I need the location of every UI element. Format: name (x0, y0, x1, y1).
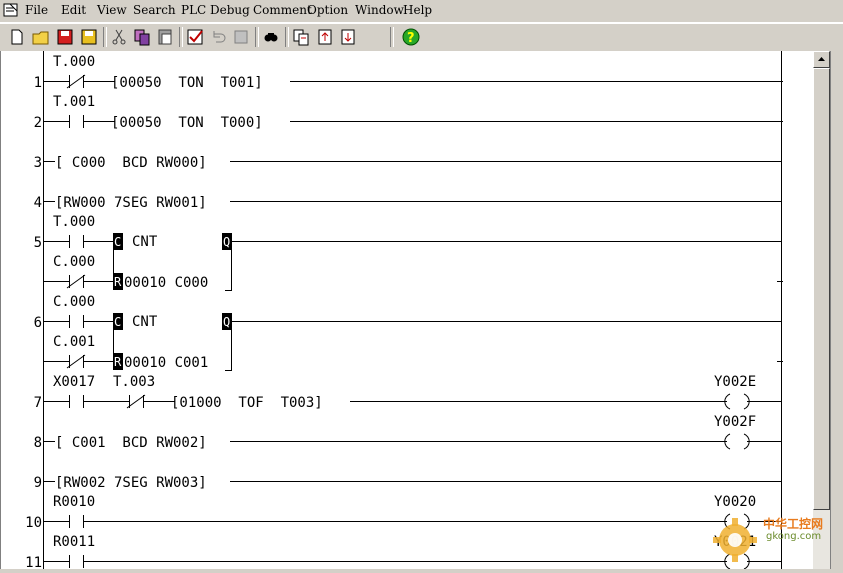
contact-label[interactable]: C.001 (53, 334, 95, 350)
scroll-up-icon[interactable] (813, 51, 830, 68)
new-icon[interactable] (6, 26, 28, 48)
menu-file[interactable]: File (25, 3, 48, 17)
menu-debug[interactable]: Debug (210, 3, 250, 17)
rung-number-1: 1 (34, 75, 42, 91)
7seg-instruction[interactable]: [RW002 7SEG RW003] (55, 475, 207, 491)
ladder-editor[interactable]: 1 2 3 4 5 6 7 8 9 10 11 T.000 [00050 TON… (0, 51, 814, 569)
cut-icon[interactable] (108, 26, 130, 48)
contact-label[interactable]: R0010 (53, 494, 95, 510)
rung-number-2: 2 (34, 115, 42, 131)
paste-icon[interactable] (154, 26, 176, 48)
redo-icon[interactable] (230, 26, 252, 48)
copy-block-icon[interactable] (290, 26, 312, 48)
counter-label[interactable]: CNT (132, 314, 158, 330)
scrollbar-thumb[interactable] (813, 68, 830, 510)
menu-edit[interactable]: Edit (61, 3, 86, 17)
menu-window[interactable]: Window (355, 3, 404, 17)
svg-text:?: ? (407, 31, 415, 46)
watermark-text: 中华工控网 (763, 517, 824, 531)
watermark-url: gkong.com (766, 531, 822, 542)
open-icon[interactable] (30, 26, 52, 48)
rung-number-10: 10 (25, 515, 42, 531)
side-panel (830, 51, 843, 569)
bcd-instruction[interactable]: [ C000 BCD RW000] (55, 155, 207, 171)
watermark-logo: 中华工控网 gkong.com (708, 510, 843, 569)
toolbar: ? (0, 23, 843, 52)
check-icon[interactable] (184, 26, 206, 48)
menu-help[interactable]: Help (403, 3, 432, 17)
rung-number-8: 8 (34, 435, 42, 451)
help-icon[interactable]: ? (400, 26, 422, 48)
menu-plc[interactable]: PLC (181, 3, 206, 17)
timer-instruction[interactable]: [01000 TOF T003] (171, 395, 323, 411)
counter-c-pin: C (114, 315, 121, 329)
counter-params[interactable]: 00010 C000 (124, 275, 208, 291)
counter-r-pin: R (114, 275, 122, 289)
contact-label[interactable]: T.000 (53, 54, 95, 70)
contact-label[interactable]: T.001 (53, 94, 95, 110)
counter-label[interactable]: CNT (132, 234, 158, 250)
counter-q-pin: Q (223, 235, 230, 249)
counter-params[interactable]: 00010 C001 (124, 355, 208, 371)
contact-label[interactable]: C.000 (53, 294, 95, 310)
contact-label[interactable]: T.000 (53, 214, 95, 230)
vertical-scrollbar[interactable] (813, 51, 830, 569)
rung-number-11: 11 (25, 555, 42, 569)
menu-view[interactable]: View (97, 3, 127, 17)
copy-icon[interactable] (131, 26, 153, 48)
7seg-instruction[interactable]: [RW000 7SEG RW001] (55, 195, 207, 211)
menu-search[interactable]: Search (133, 3, 176, 17)
contact-label[interactable]: T.003 (113, 374, 155, 390)
app-icon (3, 3, 18, 17)
find-icon[interactable] (260, 26, 282, 48)
undo-icon[interactable] (207, 26, 229, 48)
save-red-icon[interactable] (54, 26, 76, 48)
coil-label[interactable]: Y002F (714, 414, 756, 430)
rung-number-6: 6 (34, 315, 42, 331)
bcd-instruction[interactable]: [ C001 BCD RW002] (55, 435, 207, 451)
gear-logo-icon (713, 518, 757, 562)
import-icon[interactable] (314, 26, 336, 48)
counter-q-pin: Q (223, 315, 230, 329)
contact-label[interactable]: X0017 (53, 374, 95, 390)
rung-number-4: 4 (34, 195, 42, 211)
contact-label[interactable]: R0011 (53, 534, 95, 550)
timer-instruction[interactable]: [00050 TON T001] (111, 75, 263, 91)
rung-number-5: 5 (34, 235, 42, 251)
menu-option[interactable]: Option (307, 3, 348, 17)
rung-number-9: 9 (34, 475, 42, 491)
coil-label[interactable]: Y0020 (714, 494, 756, 510)
coil-label[interactable]: Y002E (714, 374, 756, 390)
counter-r-pin: R (114, 355, 122, 369)
ladder-diagram: 1 2 3 4 5 6 7 8 9 10 11 T.000 [00050 TON… (25, 51, 783, 569)
menu-bar: File Edit View Search PLC Debug Comment … (0, 0, 843, 23)
timer-instruction[interactable]: [00050 TON T000] (111, 115, 263, 131)
contact-label[interactable]: C.000 (53, 254, 95, 270)
menu-comment[interactable]: Comment (253, 3, 312, 17)
counter-c-pin: C (114, 235, 121, 249)
save-icon[interactable] (78, 26, 100, 48)
rung-number-3: 3 (34, 155, 42, 171)
rung-number-7: 7 (34, 395, 42, 411)
export-icon[interactable] (337, 26, 359, 48)
